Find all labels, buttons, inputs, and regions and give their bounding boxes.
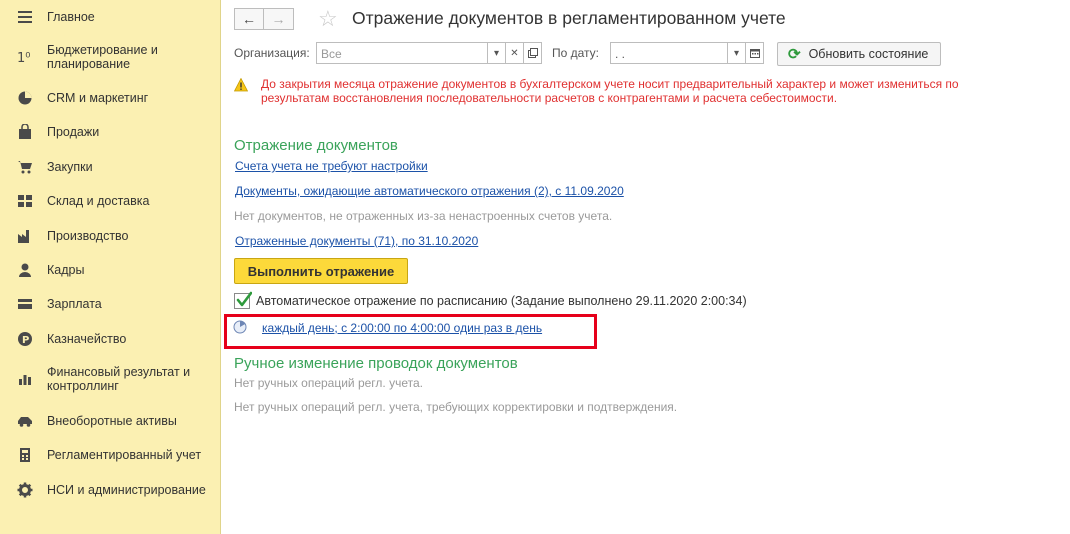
coin-icon: P xyxy=(16,330,34,348)
organization-value: Все xyxy=(321,47,342,61)
main-content: ← → ☆ Отражение документов в регламентир… xyxy=(221,0,1070,534)
sidebar-item-label: Зарплата xyxy=(47,297,102,311)
warning-text: До закрытия месяца отражение документов … xyxy=(261,77,959,105)
date-calendar-button[interactable] xyxy=(746,42,764,64)
sidebar-item-label: Склад и доставка xyxy=(47,194,150,208)
refresh-label: Обновить состояние xyxy=(808,47,929,61)
sidebar-item-label: Финансовый результат и контроллинг xyxy=(47,365,191,393)
crm-icon xyxy=(16,89,34,107)
car-icon xyxy=(16,412,34,430)
sidebar: Главное 1⁰ Бюджетирование и планирование… xyxy=(0,0,221,534)
highlight-box xyxy=(224,314,597,349)
factory-icon xyxy=(16,227,34,245)
organization-open-button[interactable] xyxy=(524,42,542,64)
date-field[interactable]: . . xyxy=(610,42,728,64)
organization-label: Организация: xyxy=(234,46,310,60)
bar-chart-icon xyxy=(16,370,34,388)
pending-documents-link[interactable]: Документы, ожидающие автоматического отр… xyxy=(235,184,624,198)
person-icon xyxy=(16,261,34,279)
sidebar-item-sales[interactable]: Продажи xyxy=(0,124,221,140)
sales-bag-icon xyxy=(16,123,34,141)
date-value: . . xyxy=(615,47,626,61)
warehouse-icon xyxy=(16,192,34,210)
wallet-icon xyxy=(16,295,34,313)
sidebar-item-warehouse[interactable]: Склад и доставка xyxy=(0,193,221,209)
date-dropdown-button[interactable]: ▾ xyxy=(728,42,746,64)
sidebar-item-label: Главное xyxy=(47,10,95,24)
sidebar-item-label: Казначейство xyxy=(47,332,127,346)
calendar-icon xyxy=(749,49,760,58)
calculator-icon xyxy=(16,446,34,464)
close-icon: ✕ xyxy=(510,47,519,59)
sidebar-item-admin[interactable]: НСИ и администрирование xyxy=(0,482,221,498)
sidebar-item-label: Кадры xyxy=(47,263,85,277)
reflection-section-title: Отражение документов xyxy=(234,137,398,154)
gear-icon xyxy=(16,481,34,499)
sidebar-item-treasury[interactable]: P Казначейство xyxy=(0,331,221,347)
menu-icon xyxy=(16,8,34,26)
sidebar-item-regulated-accounting[interactable]: Регламентированный учет xyxy=(0,447,221,463)
sidebar-item-crm[interactable]: CRM и маркетинг xyxy=(0,90,221,106)
no-unreflected-text: Нет документов, не отраженных из-за нена… xyxy=(234,209,613,223)
chevron-down-icon: ▾ xyxy=(733,47,740,59)
checkmark-icon xyxy=(236,291,252,307)
manual-section-title: Ручное изменение проводок документов xyxy=(234,355,518,372)
sidebar-item-financial-result[interactable]: Финансовый результат и контроллинг xyxy=(0,365,221,393)
navigation-buttons: ← → xyxy=(234,8,294,30)
sidebar-item-budgeting[interactable]: 1⁰ Бюджетирование и планирование xyxy=(0,43,221,71)
sidebar-item-purchases[interactable]: Закупки xyxy=(0,159,221,175)
chevron-down-icon: ▾ xyxy=(493,47,500,59)
refresh-icon: ⟳ xyxy=(788,46,801,63)
reflected-documents-link[interactable]: Отраженные документы (71), по 31.10.2020 xyxy=(235,234,478,248)
organization-field[interactable]: Все xyxy=(316,42,488,64)
open-window-icon xyxy=(527,48,538,58)
cart-icon xyxy=(16,158,34,176)
svg-text:1⁰: 1⁰ xyxy=(17,51,30,65)
no-manual-ops-text: Нет ручных операций регл. учета. xyxy=(234,376,423,390)
no-manual-ops-correction-text: Нет ручных операций регл. учета, требующ… xyxy=(234,400,678,414)
svg-text:P: P xyxy=(22,335,29,346)
sidebar-item-main[interactable]: Главное xyxy=(0,9,221,25)
sidebar-item-production[interactable]: Производство xyxy=(0,228,221,244)
sidebar-item-fixed-assets[interactable]: Внеоборотные активы xyxy=(0,413,221,429)
organization-dropdown-button[interactable]: ▾ xyxy=(488,42,506,64)
date-label: По дату: xyxy=(552,46,600,60)
sidebar-item-salary[interactable]: Зарплата xyxy=(0,296,221,312)
sidebar-item-hr[interactable]: Кадры xyxy=(0,262,221,278)
sidebar-item-label: Закупки xyxy=(47,160,93,174)
auto-reflection-label: Автоматическое отражение по расписанию (… xyxy=(256,294,747,308)
forward-button[interactable]: → xyxy=(264,8,294,30)
sidebar-item-label: Регламентированный учет xyxy=(47,448,202,462)
favorite-star-icon[interactable]: ☆ xyxy=(318,6,338,32)
sidebar-item-label: Внеоборотные активы xyxy=(47,414,177,428)
accounts-setup-link[interactable]: Счета учета не требуют настройки xyxy=(235,159,428,173)
organization-clear-button[interactable]: ✕ xyxy=(506,42,524,64)
execute-reflection-button[interactable]: Выполнить отражение xyxy=(234,258,408,284)
budget-icon: 1⁰ xyxy=(16,48,34,66)
warning-icon xyxy=(234,78,248,92)
refresh-state-button[interactable]: ⟳ Обновить состояние xyxy=(777,42,941,66)
page-title: Отражение документов в регламентированно… xyxy=(352,8,786,28)
back-button[interactable]: ← xyxy=(234,8,264,30)
sidebar-item-label: Производство xyxy=(47,229,129,243)
sidebar-item-label: НСИ и администрирование xyxy=(47,483,206,497)
sidebar-item-label: CRM и маркетинг xyxy=(47,91,149,105)
sidebar-item-label: Продажи xyxy=(47,125,100,139)
sidebar-item-label: Бюджетирование и планирование xyxy=(47,43,158,71)
auto-reflection-checkbox[interactable] xyxy=(234,291,252,309)
